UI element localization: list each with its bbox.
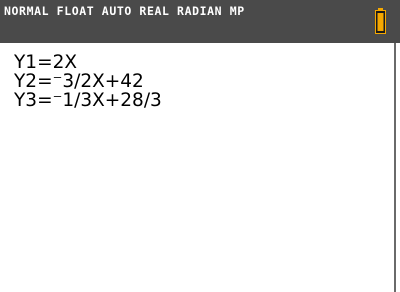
battery-icon: [375, 8, 386, 34]
history-line-y1: Y1=2X: [14, 52, 78, 73]
calculator-screen: NORMAL FLOAT AUTO REAL RADIAN MP Y1=2X Y…: [0, 0, 400, 292]
status-bar: NORMAL FLOAT AUTO REAL RADIAN MP: [0, 0, 400, 43]
mode-status-text: NORMAL FLOAT AUTO REAL RADIAN MP: [4, 4, 245, 18]
history-line-y2: Y2=⁻3∕2X+42: [14, 71, 144, 92]
home-screen-history: Y1=2X Y2=⁻3∕2X+42 Y3=⁻1∕3X+28∕3: [14, 53, 384, 110]
history-line-y3: Y3=⁻1∕3X+28∕3: [14, 90, 162, 111]
screen-right-border: [394, 43, 396, 292]
